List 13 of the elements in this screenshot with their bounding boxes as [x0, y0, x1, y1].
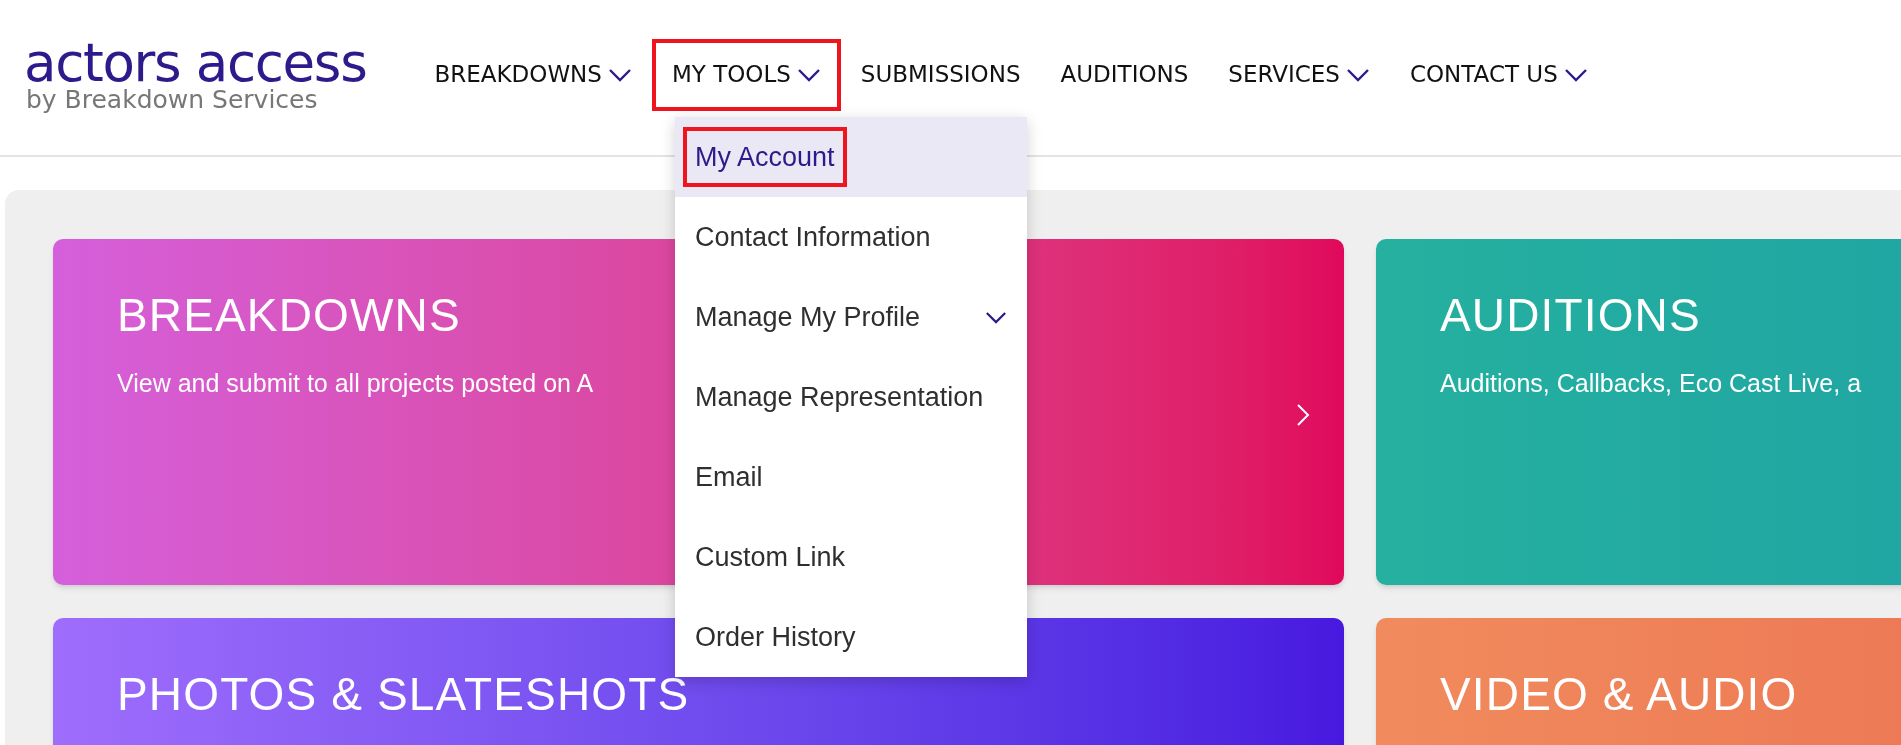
menu-item-label: Contact Information: [694, 220, 932, 254]
menu-item-label: Email: [694, 460, 764, 494]
card-title: VIDEO & AUDIO: [1440, 667, 1798, 722]
menu-item-label: Custom Link: [694, 540, 847, 574]
card-title: BREAKDOWNS: [117, 288, 461, 343]
card-title: AUDITIONS: [1440, 288, 1701, 343]
card-title: PHOTOS & SLATESHOTS: [117, 667, 690, 722]
card-description: View and submit to all projects posted on A: [117, 367, 594, 399]
menu-item-label: Manage Representation: [694, 380, 985, 414]
menu-item-label: Manage My Profile: [694, 300, 922, 334]
menu-item-label: Order History: [694, 620, 857, 654]
logo-tagline: by Breakdown Services: [26, 86, 319, 112]
card-description: Auditions, Callbacks, Eco Cast Live, a: [1440, 367, 1862, 399]
